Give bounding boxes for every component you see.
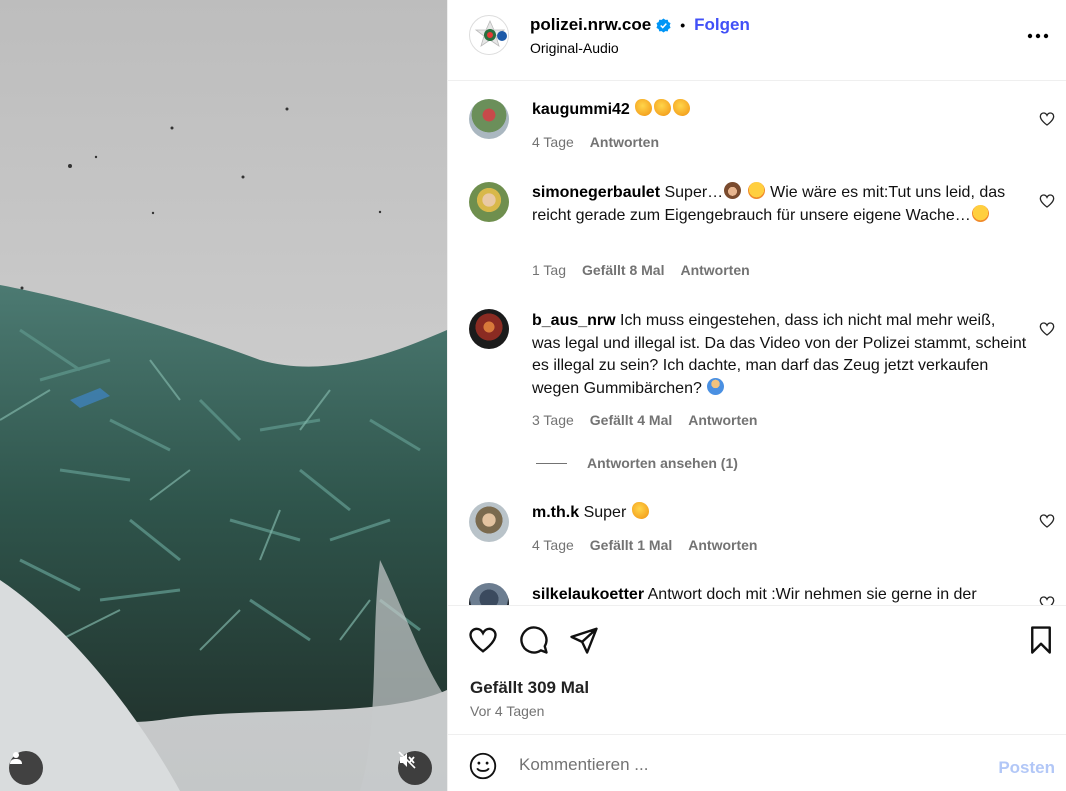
comment-text: m.th.k Super	[532, 502, 1027, 525]
heart-outline-icon[interactable]	[1039, 595, 1055, 605]
reply-button[interactable]: Antworten	[680, 262, 749, 278]
comment-time[interactable]: 1 Tag	[532, 262, 566, 278]
comment-input[interactable]	[519, 750, 979, 780]
comment-time[interactable]: 4 Tage	[532, 134, 574, 150]
bookmark-icon[interactable]	[1026, 625, 1056, 655]
comment-username[interactable]: kaugummi42	[532, 101, 630, 118]
heart-outline-icon[interactable]	[1039, 513, 1055, 529]
comment-composer: Posten	[448, 736, 1066, 791]
heart-outline-icon[interactable]	[468, 625, 498, 655]
comment-time[interactable]: 4 Tage	[532, 537, 574, 553]
audio-label[interactable]: Original-Audio	[530, 40, 619, 56]
comment-likes[interactable]: Gefällt 4 Mal	[590, 412, 672, 428]
post-actions: Gefällt 309 Mal Vor 4 Tagen	[448, 605, 1066, 735]
comment-text-content: Antwort doch mit :Wir nehmen sie gerne i…	[647, 586, 977, 603]
post-timestamp[interactable]: Vor 4 Tagen	[470, 703, 544, 719]
comment-meta: 4 Tage Antworten	[532, 134, 659, 150]
clapping-hands-emoji-icon	[654, 99, 672, 116]
reply-button[interactable]: Antworten	[590, 134, 659, 150]
post-side-panel: polizei.nrw.coe • Folgen Original-Audio …	[447, 0, 1066, 791]
smiley-icon[interactable]	[469, 752, 497, 780]
replies-divider-line	[536, 462, 567, 464]
comment-meta: 1 Tag Gefällt 8 Mal Antworten	[532, 262, 750, 278]
heart-outline-icon[interactable]	[1039, 193, 1055, 209]
user-icon	[10, 752, 22, 764]
comment-username[interactable]: silkelaukoetter	[532, 586, 644, 603]
owner-line: polizei.nrw.coe • Folgen	[530, 15, 750, 35]
comment-time[interactable]: 3 Tage	[532, 412, 574, 428]
follow-button[interactable]: Folgen	[694, 15, 750, 35]
see-no-evil-monkey-emoji-icon	[724, 182, 742, 199]
comment-text-part: Super…	[664, 184, 724, 201]
clapping-hands-emoji-icon	[673, 99, 691, 116]
comment-bubble-icon[interactable]	[519, 625, 549, 655]
comments-list[interactable]: kaugummi42 4 Tage Antworten simonegerbau…	[448, 81, 1066, 605]
speaker-muted-icon	[398, 751, 416, 769]
view-replies-button[interactable]: Antworten ansehen (1)	[536, 455, 738, 471]
commenter-avatar[interactable]	[469, 502, 509, 542]
separator-dot: •	[680, 17, 686, 33]
comment-text: silkelaukoetter Antwort doch mit :Wir ne…	[532, 584, 1027, 605]
commenter-avatar[interactable]	[469, 182, 509, 222]
reply-button[interactable]: Antworten	[688, 412, 757, 428]
comment-text-content: Super	[583, 504, 627, 521]
verified-badge-icon	[656, 17, 671, 33]
comment-likes[interactable]: Gefällt 8 Mal	[582, 262, 664, 278]
grinning-sweat-emoji-icon	[971, 204, 989, 222]
owner-avatar[interactable]	[469, 15, 509, 55]
like-count[interactable]: Gefällt 309 Mal	[470, 678, 589, 698]
comment-text: simonegerbaulet Super… Wie wäre es mit:T…	[532, 182, 1027, 227]
commenter-avatar[interactable]	[469, 309, 509, 349]
more-horizontal-icon	[1027, 33, 1049, 39]
comment-username[interactable]: m.th.k	[532, 504, 579, 521]
paper-plane-icon[interactable]	[569, 625, 599, 655]
comment-meta: 4 Tage Gefällt 1 Mal Antworten	[532, 537, 757, 553]
owner-username[interactable]: polizei.nrw.coe	[530, 15, 651, 35]
commenter-avatar[interactable]	[469, 99, 509, 139]
post-comment-button[interactable]: Posten	[998, 758, 1055, 778]
post-header: polizei.nrw.coe • Folgen Original-Audio	[448, 0, 1066, 81]
clapping-hands-emoji-icon	[635, 99, 653, 116]
comment-text: b_aus_nrw Ich muss eingestehen, dass ich…	[532, 310, 1027, 400]
mute-toggle-button[interactable]	[398, 751, 432, 785]
commenter-avatar[interactable]	[469, 583, 509, 605]
comment-username[interactable]: simonegerbaulet	[532, 184, 660, 201]
comment-text: kaugummi42	[532, 99, 1027, 122]
video-frame	[0, 0, 447, 791]
heart-outline-icon[interactable]	[1039, 321, 1055, 337]
shrugging-person-emoji-icon	[707, 377, 725, 395]
more-options-button[interactable]	[1027, 25, 1049, 47]
comment-likes[interactable]: Gefällt 1 Mal	[590, 537, 672, 553]
post-media[interactable]	[0, 0, 447, 791]
grinning-sweat-emoji-icon	[747, 182, 765, 199]
comment-username[interactable]: b_aus_nrw	[532, 312, 616, 329]
tagged-user-button[interactable]	[9, 751, 43, 785]
police-star-logo	[471, 17, 508, 54]
comment-meta: 3 Tage Gefällt 4 Mal Antworten	[532, 412, 757, 428]
clapping-hands-emoji-icon	[631, 502, 649, 519]
reply-button[interactable]: Antworten	[688, 537, 757, 553]
view-replies-label: Antworten ansehen (1)	[587, 455, 738, 471]
heart-outline-icon[interactable]	[1039, 111, 1055, 127]
